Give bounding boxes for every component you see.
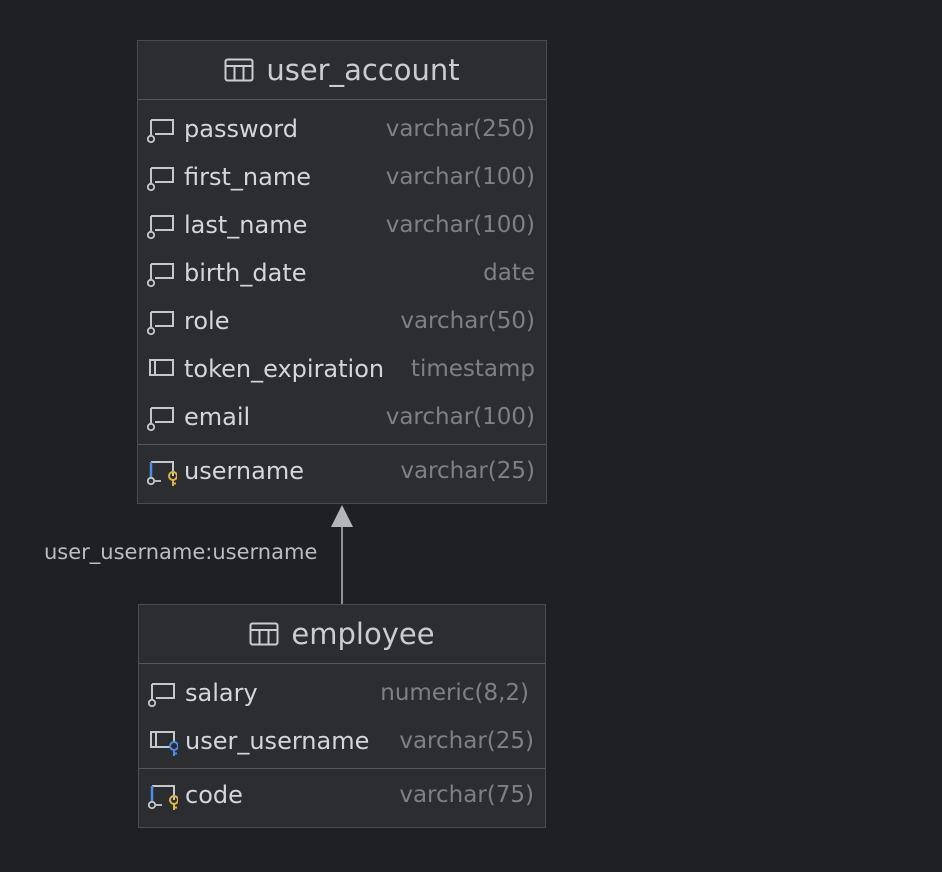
column-row[interactable]: birth_date date <box>138 249 546 297</box>
column-name: user_username <box>185 727 370 755</box>
column-name: password <box>184 115 298 143</box>
column-name: birth_date <box>184 259 307 287</box>
column-name: email <box>184 403 251 431</box>
column-type: varchar(100) <box>385 404 535 430</box>
column-name: role <box>184 307 230 335</box>
entity-employee[interactable]: employee salary numeric(8,2) user_userna… <box>138 604 546 828</box>
column-type: varchar(50) <box>400 308 535 334</box>
column-list: salary numeric(8,2) user_username varcha… <box>139 664 545 768</box>
entity-header: employee <box>139 605 545 664</box>
table-icon <box>224 58 254 82</box>
column-name: salary <box>185 679 258 707</box>
column-row[interactable]: email varchar(100) <box>138 393 546 441</box>
primary-key-icon <box>148 785 178 810</box>
column-nullable-icon <box>147 407 174 432</box>
column-row[interactable]: password varchar(250) <box>138 105 546 153</box>
table-icon <box>249 622 279 646</box>
column-nullable-icon <box>147 119 174 144</box>
foreign-key-icon <box>150 731 178 756</box>
column-type: varchar(25) <box>400 458 535 484</box>
column-type: date <box>483 260 535 286</box>
column-nullable-icon <box>147 311 174 336</box>
column-type: varchar(75) <box>399 782 534 808</box>
primary-key-section: code varchar(75) <box>139 768 545 825</box>
column-icon <box>149 359 174 376</box>
column-type: varchar(100) <box>385 164 535 190</box>
column-name: token_expiration <box>184 355 385 383</box>
primary-key-icon <box>147 461 177 486</box>
column-nullable-icon <box>147 263 174 288</box>
arrow-head-icon <box>331 505 353 527</box>
column-nullable-icon <box>148 683 175 708</box>
column-nullable-icon <box>147 167 174 192</box>
relationship-line <box>341 526 343 604</box>
entity-title: employee <box>291 617 435 651</box>
column-type: numeric(8,2) <box>380 680 529 706</box>
column-row[interactable]: last_name varchar(100) <box>138 201 546 249</box>
column-name: username <box>184 457 304 485</box>
relationship-label: user_username:username <box>44 540 318 564</box>
column-row[interactable]: role varchar(50) <box>138 297 546 345</box>
column-name: last_name <box>184 211 308 239</box>
column-type: varchar(250) <box>385 116 535 142</box>
column-type: varchar(25) <box>399 728 534 754</box>
entity-user-account[interactable]: user_account password varchar(250) first… <box>137 40 547 504</box>
column-type: timestamp <box>410 356 535 382</box>
primary-key-row[interactable]: code varchar(75) <box>139 771 545 819</box>
column-type: varchar(100) <box>385 212 535 238</box>
primary-key-row[interactable]: username varchar(25) <box>138 447 546 495</box>
primary-key-section: username varchar(25) <box>138 444 546 501</box>
column-list: password varchar(250) first_name varchar… <box>138 100 546 444</box>
column-nullable-icon <box>147 215 174 240</box>
column-row[interactable]: user_username varchar(25) <box>139 717 545 765</box>
column-name: code <box>185 781 243 809</box>
column-row[interactable]: salary numeric(8,2) <box>139 669 545 717</box>
column-row[interactable]: first_name varchar(100) <box>138 153 546 201</box>
entity-title: user_account <box>266 53 460 87</box>
column-row[interactable]: token_expiration timestamp <box>138 345 546 393</box>
entity-header: user_account <box>138 41 546 100</box>
column-name: first_name <box>184 163 311 191</box>
